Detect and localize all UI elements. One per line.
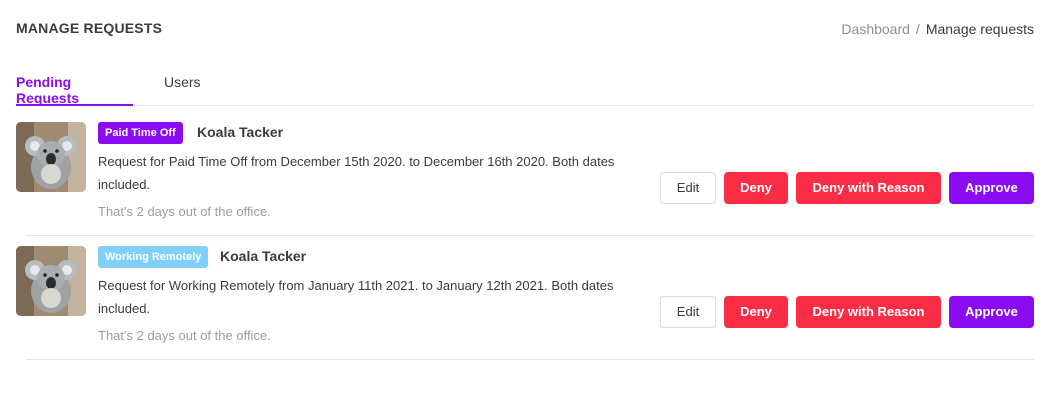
tab-users[interactable]: Users [164, 74, 201, 106]
request-description: Request for Paid Time Off from December … [98, 154, 615, 192]
edit-button[interactable]: Edit [660, 296, 716, 328]
approve-button[interactable]: Approve [949, 172, 1034, 204]
row-divider [26, 359, 1034, 360]
request-row: Paid Time Off Koala Tacker Request for P… [16, 112, 1034, 236]
deny-with-reason-button[interactable]: Deny with Reason [796, 172, 941, 204]
deny-button[interactable]: Deny [724, 172, 788, 204]
avatar [16, 246, 86, 316]
request-type-badge: Working Remotely [98, 246, 209, 268]
breadcrumb-current: Manage requests [925, 21, 1034, 37]
breadcrumb-separator: / [915, 21, 920, 37]
requester-name: Koala Tacker [220, 248, 307, 264]
request-summary: That's 2 days out of the office. [98, 328, 271, 343]
request-description: Request for Working Remotely from Januar… [98, 278, 614, 316]
request-summary: That's 2 days out of the office. [98, 204, 271, 219]
deny-with-reason-button[interactable]: Deny with Reason [796, 296, 941, 328]
page-header: MANAGE REQUESTS Dashboard / Manage request… [16, 20, 1034, 38]
breadcrumb: Dashboard / Manage requests [841, 21, 1034, 37]
breadcrumb-dashboard-link[interactable]: Dashboard [841, 21, 910, 37]
tab-pending-requests[interactable]: Pending Requests [16, 74, 133, 106]
requester-name: Koala Tacker [197, 124, 284, 140]
tab-bar: Pending Requests Users [16, 72, 1034, 106]
edit-button[interactable]: Edit [660, 172, 716, 204]
approve-button[interactable]: Approve [949, 296, 1034, 328]
request-type-badge: Paid Time Off [98, 122, 183, 144]
request-row: Working Remotely Koala Tacker Request fo… [16, 236, 1034, 360]
page-title: MANAGE REQUESTS [16, 20, 163, 36]
deny-button[interactable]: Deny [724, 296, 788, 328]
avatar [16, 122, 86, 192]
